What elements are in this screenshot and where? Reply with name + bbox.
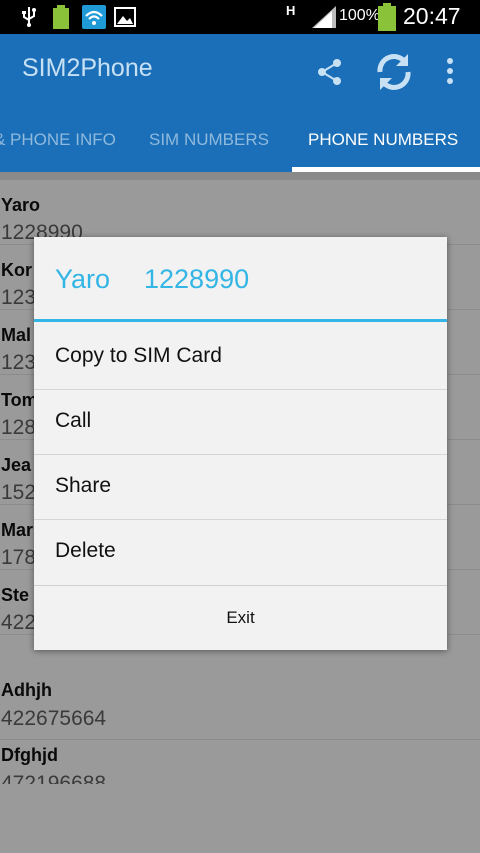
exit-button-label: Exit bbox=[226, 608, 255, 627]
list-item[interactable]: Yaro 1228990 bbox=[0, 180, 480, 245]
contact-name: Ste bbox=[1, 585, 30, 605]
context-dialog: Yaro 1228990 Copy to SIM Card Call Share… bbox=[34, 237, 447, 650]
contact-number: 128 bbox=[1, 416, 37, 439]
menu-item-label: Share bbox=[55, 474, 112, 497]
battery-icon bbox=[378, 3, 396, 31]
menu-item-label: Delete bbox=[55, 539, 116, 562]
battery-small-icon bbox=[53, 5, 69, 29]
list-item[interactable]: Adhjh 422675664 bbox=[0, 675, 480, 740]
action-bar: SIM2Phone bbox=[0, 34, 480, 108]
sync-icon[interactable] bbox=[372, 50, 416, 94]
status-bar: H 100% 20:47 bbox=[0, 0, 480, 34]
share-icon[interactable] bbox=[316, 58, 344, 86]
contact-name: Kor bbox=[1, 260, 32, 280]
battery-percent: 100% bbox=[339, 7, 380, 24]
dialog-title-number: 1228990 bbox=[144, 264, 250, 294]
contact-name: Jea bbox=[1, 455, 32, 475]
tab-sim-numbers[interactable]: SIM NUMBERS bbox=[149, 130, 269, 150]
exit-button[interactable]: Exit bbox=[34, 585, 447, 650]
tab-phone-info[interactable]: & PHONE INFO bbox=[0, 130, 116, 150]
signal-icon bbox=[312, 6, 336, 28]
app-title: SIM2Phone bbox=[22, 54, 153, 82]
menu-item-label: Copy to SIM Card bbox=[55, 344, 222, 367]
wifi-icon bbox=[82, 5, 106, 29]
menu-item-label: Call bbox=[55, 409, 92, 432]
contact-name: Yaro bbox=[1, 195, 41, 215]
delete-button[interactable]: Delete bbox=[34, 520, 447, 585]
contact-number: 422675664 bbox=[1, 707, 107, 730]
list-shadow bbox=[0, 172, 480, 180]
contact-number: 152 bbox=[1, 481, 37, 504]
tab-bar: & PHONE INFO SIM NUMBERS PHONE NUMBERS bbox=[0, 108, 480, 172]
contact-name: Mal bbox=[1, 325, 32, 345]
contact-name: Adhjh bbox=[1, 680, 52, 700]
contact-number: 123 bbox=[1, 351, 37, 374]
dialog-title-name: Yaro bbox=[55, 264, 111, 294]
overflow-menu-icon[interactable] bbox=[446, 58, 454, 84]
contact-name: Tom bbox=[1, 390, 38, 410]
copy-to-sim-button[interactable]: Copy to SIM Card bbox=[34, 325, 447, 390]
network-type-label: H bbox=[286, 3, 296, 18]
list-fade bbox=[0, 784, 480, 853]
dialog-title: Yaro 1228990 bbox=[34, 237, 447, 322]
call-button[interactable]: Call bbox=[34, 390, 447, 455]
usb-icon bbox=[22, 7, 36, 27]
contact-name: Mar bbox=[1, 520, 34, 540]
contact-number: 123 bbox=[1, 286, 37, 309]
contact-number: 178 bbox=[1, 546, 37, 569]
image-icon bbox=[114, 7, 136, 27]
clock: 20:47 bbox=[403, 3, 461, 29]
tab-phone-numbers[interactable]: PHONE NUMBERS bbox=[308, 130, 458, 150]
contact-name: Dfghjd bbox=[1, 745, 58, 765]
share-button[interactable]: Share bbox=[34, 455, 447, 520]
